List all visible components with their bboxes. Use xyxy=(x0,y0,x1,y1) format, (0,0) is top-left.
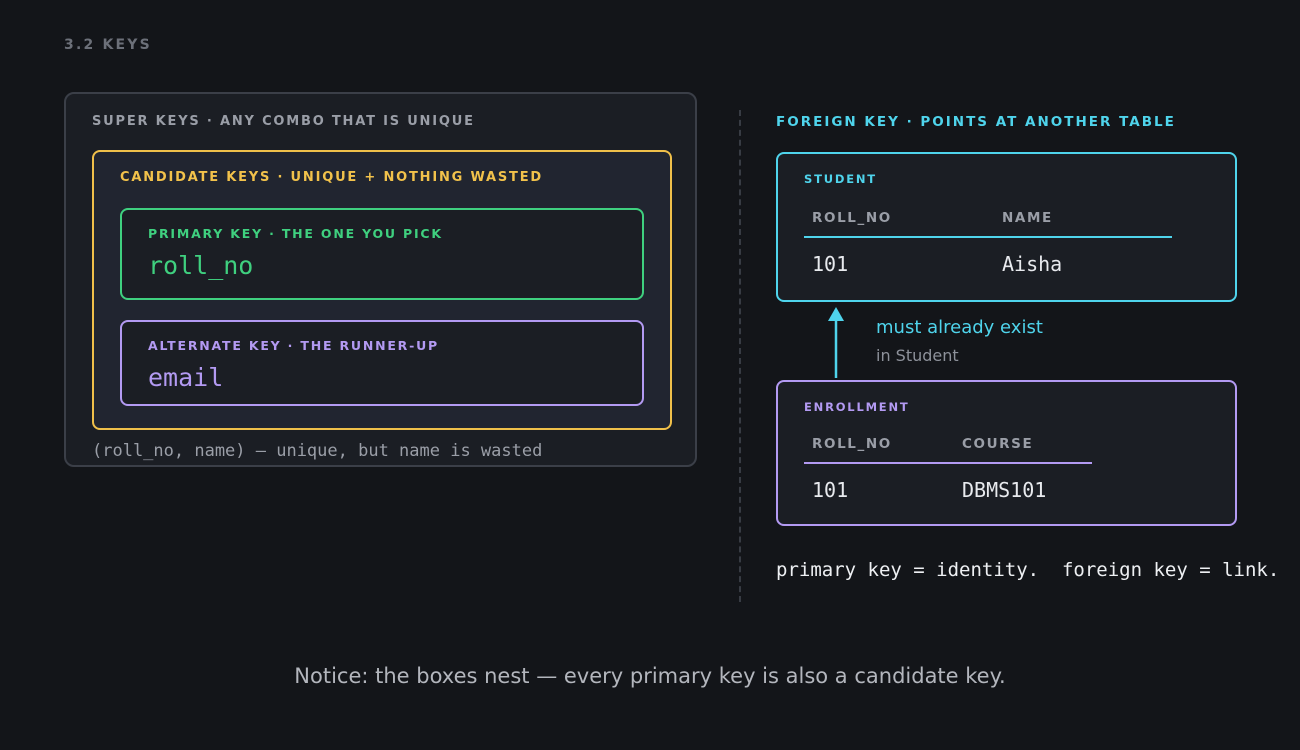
student-col-roll-no: ROLL_NO xyxy=(812,210,892,226)
enrollment-col-roll-no: ROLL_NO xyxy=(812,436,892,452)
student-cell-roll-no: 101 xyxy=(812,252,849,276)
super-keys-note: (roll_no, name) — unique, but name is wa… xyxy=(92,441,543,461)
caption: Notice: the boxes nest — every primary k… xyxy=(294,664,1006,688)
super-keys-title: SUPER KEYS · ANY COMBO THAT IS UNIQUE xyxy=(92,114,475,129)
foreign-key-title: FOREIGN KEY · POINTS AT ANOTHER TABLE xyxy=(776,114,1176,130)
enrollment-col-course: COURSE xyxy=(962,436,1034,452)
student-col-name: NAME xyxy=(1002,210,1053,226)
alternate-key-value: email xyxy=(148,363,224,392)
student-table-name: STUDENT xyxy=(804,172,877,186)
section-label: 3.2 KEYS xyxy=(64,37,152,53)
primary-key-value: roll_no xyxy=(148,251,254,280)
foreign-key-arrow-icon xyxy=(828,307,844,378)
summary-line: primary key = identity. foreign key = li… xyxy=(776,559,1280,581)
enrollment-header-rule xyxy=(804,462,1092,464)
enrollment-table-name: ENROLLMENT xyxy=(804,400,910,414)
section-divider xyxy=(739,110,741,602)
alternate-key-title: ALTERNATE KEY · THE RUNNER-UP xyxy=(148,338,440,353)
foreign-key-link-sub: in Student xyxy=(876,346,959,365)
student-header-rule xyxy=(804,236,1172,238)
student-cell-name: Aisha xyxy=(1002,252,1063,276)
candidate-keys-title: CANDIDATE KEYS · UNIQUE + NOTHING WASTED xyxy=(120,170,543,185)
enrollment-cell-roll-no: 101 xyxy=(812,478,849,502)
foreign-key-link-label: must already exist xyxy=(876,317,1043,338)
enrollment-cell-course: DBMS101 xyxy=(962,478,1047,502)
primary-key-title: PRIMARY KEY · THE ONE YOU PICK xyxy=(148,226,443,241)
